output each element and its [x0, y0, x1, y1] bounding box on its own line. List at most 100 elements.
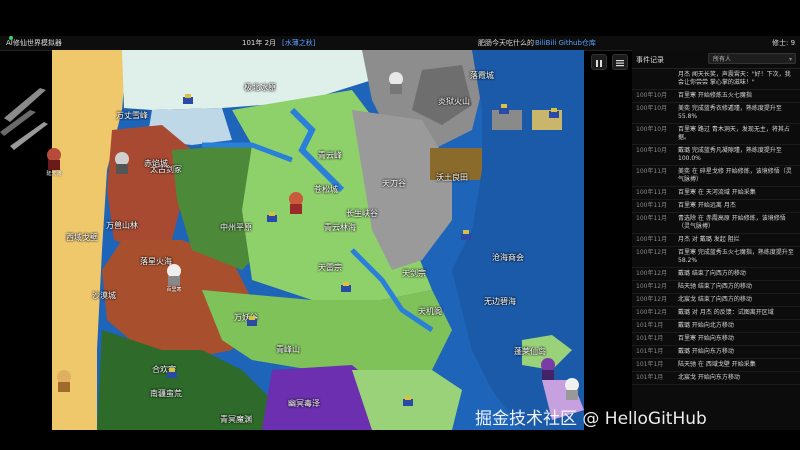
event-row: 100年12月 陆天驰 结束了向西方的移动 — [632, 281, 800, 294]
event-row: 100年10月 美奕 完成蓝秀衣修遁瑾，熟练度提升至55.8% — [632, 103, 800, 124]
city-icon[interactable] — [402, 396, 414, 406]
event-row: 100年10月 戴璐 完成蓝秀凡凝隙瑾，熟练度提升至100.0% — [632, 145, 800, 166]
character-avatar[interactable]: 百里寒 — [162, 262, 186, 293]
event-row: 100年12月 戴璐 结束了向西方的移动 — [632, 268, 800, 281]
event-text: 陆天驰 结束了向西方的移动 — [678, 283, 752, 290]
cultivator-count: 修士: 9 — [772, 39, 796, 47]
map-label: 落霞城 — [470, 71, 494, 80]
event-log-title: 事件记录 — [636, 56, 664, 64]
map-label: 沃土良田 — [436, 173, 468, 182]
world-map[interactable]: 极北冰原 炎狱火山 万丈雪峰 落霞城 太古剑冢 青云峰 苍松城 天刀谷 中州平原… — [52, 50, 584, 430]
event-date: 101年1月 — [636, 335, 664, 342]
event-row: 100年10月 百里寒 路过 青木洞天，发现无主，将其占据。 — [632, 124, 800, 145]
map-label: 沧海商会 — [492, 253, 524, 262]
map-label: 沙漠城 — [92, 291, 116, 300]
event-date: 100年10月 — [636, 126, 668, 133]
event-row: 101年1月 戴璐 开始向北方移动 — [632, 320, 800, 333]
event-text: 百里寒 开始远离 月杰 — [678, 202, 736, 209]
character-avatar[interactable] — [110, 150, 134, 180]
city-icon[interactable] — [182, 94, 194, 104]
chevron-down-icon: ▾ — [788, 56, 792, 63]
event-row: 100年12月 百里寒 完成蓝秀五火七魔指，熟练度提升至58.2% — [632, 247, 800, 268]
map-label: 天机阁 — [418, 307, 442, 316]
event-date: 101年1月 — [636, 361, 664, 368]
event-date: 101年1月 — [636, 374, 664, 381]
map-label: 长生峡谷 — [346, 209, 378, 218]
city-icon[interactable] — [460, 230, 472, 240]
character-avatar[interactable] — [52, 368, 76, 398]
city-icon[interactable] — [246, 316, 258, 326]
prompt-text: 肥肠今天吃什么的 — [478, 39, 534, 47]
repo-links[interactable]: BiliBili Github仓库 — [535, 36, 596, 50]
event-date: 100年10月 — [636, 147, 668, 154]
event-row: 101年1月 戴璐 开始向东方移动 — [632, 346, 800, 359]
city-icon[interactable] — [340, 282, 352, 292]
character-name: 百里寒 — [166, 287, 182, 293]
game-date: 101年 2月 — [242, 39, 277, 47]
map-label: 天雷宗 — [318, 263, 342, 272]
map-label: 赤焰城 — [144, 159, 168, 168]
map-label: 青冥魔渊 — [220, 415, 252, 424]
event-text: 戴璐 开始向东方移动 — [678, 348, 734, 355]
event-date: 100年12月 — [636, 309, 668, 316]
event-date: 100年11月 — [636, 202, 668, 209]
character-avatar[interactable]: 陆天驰 — [42, 146, 66, 177]
event-row: 100年11月 青选除 在 赤霞高原 开始修炼，该境修悟（灵气脉搏） — [632, 213, 800, 234]
event-log-header: 事件记录 所有人 ▾ — [632, 50, 800, 69]
event-date: 100年12月 — [636, 249, 668, 256]
city-icon[interactable] — [266, 212, 278, 222]
event-row: 101年1月 北宸戈 开始向东方移动 — [632, 372, 800, 385]
event-date — [636, 71, 678, 87]
map-label: 青峰山 — [276, 345, 300, 354]
event-date: 100年11月 — [636, 236, 668, 243]
event-row: 101年1月 百里寒 开始向东移动 — [632, 333, 800, 346]
event-text: 美奕 完成蓝秀衣修遁瑾，熟练度提升至55.8% — [678, 105, 782, 120]
character-avatar[interactable] — [560, 376, 584, 406]
city-icon[interactable] — [166, 368, 178, 378]
map-label: 天刀谷 — [382, 179, 406, 188]
city-icon[interactable] — [548, 108, 560, 118]
character-avatar[interactable] — [536, 356, 560, 386]
event-row: 100年11月 百里寒 开始远离 月杰 — [632, 200, 800, 213]
event-row: 月杰 闻天长笑，声震霄天："好！下次，我会让你尝尝 掌心掌的滋味！" — [632, 69, 800, 90]
watermark: 掘金技术社区 @ HelloGitHub — [475, 409, 707, 429]
status-dot-icon — [9, 36, 13, 40]
map-label: 南疆蛮荒 — [150, 389, 182, 398]
event-row: 100年11月 美奕 在 碎星戈修 开始修炼，该境修悟（灵气脉搏） — [632, 166, 800, 187]
map-label: 万兽山林 — [106, 221, 138, 230]
event-date: 101年1月 — [636, 348, 664, 355]
map-label: 炎狱火山 — [438, 97, 470, 106]
event-date: 100年10月 — [636, 92, 668, 99]
map-label: 极北冰原 — [244, 83, 276, 92]
map-label: 万丈雪峰 — [116, 111, 148, 120]
map-label: 苍松城 — [314, 185, 338, 194]
event-date: 100年12月 — [636, 283, 668, 290]
event-date: 100年12月 — [636, 270, 668, 277]
edge-decoration — [0, 88, 48, 150]
event-row: 100年10月 百里寒 开始修炼五火七魔指 — [632, 90, 800, 103]
event-text: 陆天驰 在 西域戈壁 开始采集 — [678, 361, 756, 368]
event-text: 青选除 在 赤霞高原 开始修炼，该境修悟（灵气脉搏） — [678, 215, 786, 230]
city-icon[interactable] — [498, 104, 510, 114]
map-label: 青云峰 — [318, 151, 342, 160]
map-label: 无边碧海 — [484, 297, 516, 306]
menu-icon — [616, 60, 624, 67]
character-name: 陆天驰 — [46, 171, 62, 177]
character-filter-select[interactable]: 所有人 ▾ — [708, 53, 796, 64]
top-bar: AI修仙世界模拟器 101年 2月 [水薄之秋] 肥肠今天吃什么的 BiliBi… — [0, 36, 800, 51]
character-avatar[interactable] — [384, 70, 408, 100]
era-label: [水薄之秋] — [282, 39, 316, 47]
map-label: 中州平原 — [220, 223, 252, 232]
event-row: 100年12月 北宸戈 结束了向西方的移动 — [632, 294, 800, 307]
character-avatar[interactable] — [284, 190, 308, 220]
pause-button[interactable] — [591, 54, 607, 70]
event-list[interactable]: 月杰 闻天长笑，声震霄天："好！下次，我会让你尝尝 掌心掌的滋味！" 100年10… — [632, 69, 800, 430]
menu-button[interactable] — [612, 54, 628, 70]
pause-icon — [596, 60, 602, 67]
event-text: 戴璐 对 月杰 的反馈：试图离开区域 — [678, 309, 774, 316]
map-label: 天剑宗 — [402, 269, 426, 278]
event-date: 100年10月 — [636, 105, 668, 112]
event-row: 100年12月 戴璐 对 月杰 的反馈：试图离开区域 — [632, 307, 800, 320]
event-row: 100年11月 月杰 对 戴璐 发起 阻拦 — [632, 234, 800, 247]
event-text: 戴璐 完成蓝秀凡凝隙瑾，熟练度提升至100.0% — [678, 147, 782, 162]
